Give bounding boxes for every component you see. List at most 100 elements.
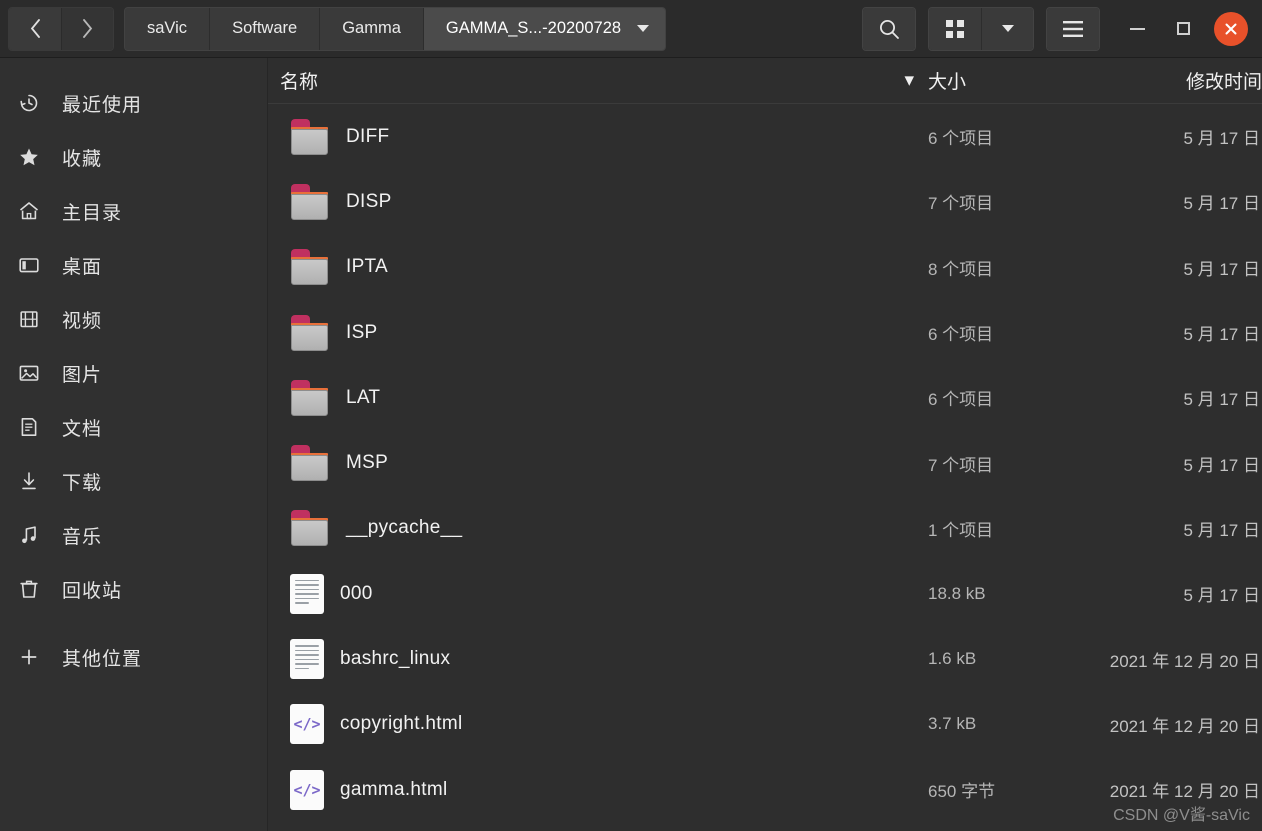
view-options-group xyxy=(928,6,1034,51)
file-size-cell: 650 字节 xyxy=(928,782,996,802)
table-row[interactable]: DIFF 6 个项目 5 月 17 日 xyxy=(268,104,1262,169)
file-name-cell: LAT xyxy=(268,379,928,416)
file-name-cell: 000 xyxy=(268,573,928,614)
breadcrumb-item-2[interactable]: Gamma xyxy=(320,7,424,50)
file-name-label: gamma.html xyxy=(340,778,448,800)
file-modified-cell: 5 月 17 日 xyxy=(1183,520,1260,540)
file-size-cell: 6 个项目 xyxy=(928,325,994,345)
document-icon xyxy=(18,414,48,440)
sidebar-item-label: 收藏 xyxy=(62,148,103,170)
sidebar-item-label: 音乐 xyxy=(62,526,103,548)
file-modified-cell: 5 月 17 日 xyxy=(1183,455,1260,475)
breadcrumb-item-1[interactable]: Software xyxy=(210,7,321,50)
sidebar-divider-gap xyxy=(0,616,267,630)
sidebar-item-downloads[interactable]: 下载 xyxy=(0,454,267,508)
search-icon xyxy=(880,19,899,39)
table-row[interactable]: MSP 7 个项目 5 月 17 日 xyxy=(268,430,1262,495)
minimize-button[interactable] xyxy=(1114,7,1160,51)
chevron-right-icon xyxy=(83,19,93,38)
file-name-label: DISP xyxy=(346,190,392,212)
table-row[interactable]: IPTA 8 个项目 5 月 17 日 xyxy=(268,235,1262,300)
breadcrumb: saVic Software Gamma GAMMA_S...-20200728 xyxy=(124,6,667,51)
file-size-cell: 18.8 kB xyxy=(928,583,986,603)
sidebar-item-documents[interactable]: 文档 xyxy=(0,400,267,454)
sidebar-item-recent[interactable]: 最近使用 xyxy=(0,76,267,130)
sidebar-item-pictures[interactable]: 图片 xyxy=(0,346,267,400)
back-button[interactable] xyxy=(9,7,61,50)
chevron-left-icon xyxy=(30,19,40,38)
music-icon xyxy=(18,522,48,548)
window-body: 最近使用 收藏 主目录 桌面 视频 图片 文档 下载 音乐 回收站 其他位置 名… xyxy=(0,58,1262,831)
hamburger-menu-icon xyxy=(1063,20,1083,37)
folder-icon xyxy=(290,445,330,482)
file-name-label: DIFF xyxy=(346,125,390,147)
file-name-cell: IPTA xyxy=(268,249,928,286)
breadcrumb-item-current[interactable]: GAMMA_S...-20200728 xyxy=(423,7,636,50)
file-modified-cell: 5 月 17 日 xyxy=(1183,129,1260,149)
table-row[interactable]: </> gamma.html 650 字节 2021 年 12 月 20 日 xyxy=(268,757,1262,822)
folder-icon xyxy=(290,314,330,351)
file-name-label: 000 xyxy=(340,582,373,604)
file-size-cell: 1.6 kB xyxy=(928,649,977,669)
sidebar-item-music[interactable]: 音乐 xyxy=(0,508,267,562)
text-file-icon xyxy=(290,573,324,614)
star-icon xyxy=(18,144,48,170)
file-name-cell: __pycache__ xyxy=(268,510,928,547)
table-row[interactable]: __pycache__ 1 个项目 5 月 17 日 xyxy=(268,496,1262,561)
file-name-label: bashrc_linux xyxy=(340,648,451,670)
sidebar-item-label: 其他位置 xyxy=(62,648,143,670)
file-name-label: ISP xyxy=(346,321,378,343)
breadcrumb-item-0[interactable]: saVic xyxy=(125,7,211,50)
close-button[interactable] xyxy=(1214,11,1248,46)
file-name-cell: </> gamma.html xyxy=(268,769,928,810)
text-file-icon xyxy=(290,639,324,680)
sidebar-item-label: 图片 xyxy=(62,364,103,386)
hamburger-menu-button[interactable] xyxy=(1047,7,1099,50)
file-modified-cell: 5 月 17 日 xyxy=(1183,259,1260,279)
clock-icon xyxy=(18,90,48,116)
sidebar-item-desktop[interactable]: 桌面 xyxy=(0,238,267,292)
download-icon xyxy=(18,468,48,494)
file-size-cell: 7 个项目 xyxy=(928,194,994,214)
sidebar: 最近使用 收藏 主目录 桌面 视频 图片 文档 下载 音乐 回收站 其他位置 xyxy=(0,58,268,831)
file-size-cell: 8 个项目 xyxy=(928,259,994,279)
maximize-button[interactable] xyxy=(1160,7,1206,51)
file-name-cell: ISP xyxy=(268,314,928,351)
sidebar-item-starred[interactable]: 收藏 xyxy=(0,130,267,184)
file-size-cell: 6 个项目 xyxy=(928,129,994,149)
sidebar-item-label: 下载 xyxy=(62,472,103,494)
column-headers: 名称 ▾ 大小 修改时间 xyxy=(268,58,1262,104)
column-header-name[interactable]: 名称 ▾ xyxy=(268,67,928,94)
file-modified-cell: 2021 年 12 月 20 日 xyxy=(1109,651,1260,671)
grid-view-icon xyxy=(946,19,964,38)
chevron-down-icon xyxy=(1001,25,1014,32)
search-button[interactable] xyxy=(863,7,915,50)
sidebar-item-videos[interactable]: 视频 xyxy=(0,292,267,346)
trash-icon xyxy=(18,576,48,602)
sidebar-item-label: 文档 xyxy=(62,418,103,440)
table-row[interactable]: ISP 6 个项目 5 月 17 日 xyxy=(268,300,1262,365)
grid-view-button[interactable] xyxy=(929,7,981,50)
table-row[interactable]: DISP 7 个项目 5 月 17 日 xyxy=(268,169,1262,234)
file-name-cell: bashrc_linux xyxy=(268,639,928,680)
sidebar-item-home[interactable]: 主目录 xyxy=(0,184,267,238)
file-size-cell: 7 个项目 xyxy=(928,455,994,475)
forward-button[interactable] xyxy=(61,7,113,50)
view-dropdown-button[interactable] xyxy=(981,7,1033,50)
sidebar-item-other-locations[interactable]: 其他位置 xyxy=(0,630,267,684)
table-row[interactable]: 000 18.8 kB 5 月 17 日 xyxy=(268,561,1262,626)
column-header-modified[interactable]: 修改时间 xyxy=(1088,67,1262,94)
search-button-group xyxy=(862,6,916,51)
minimize-icon xyxy=(1129,27,1145,30)
video-icon xyxy=(18,306,48,332)
file-modified-cell: 5 月 17 日 xyxy=(1183,325,1260,345)
file-name-cell: </> copyright.html xyxy=(268,704,928,745)
sidebar-item-label: 桌面 xyxy=(62,256,103,278)
file-modified-cell: 2021 年 12 月 20 日 xyxy=(1109,716,1260,736)
table-row[interactable]: </> copyright.html 3.7 kB 2021 年 12 月 20… xyxy=(268,692,1262,757)
sidebar-item-trash[interactable]: 回收站 xyxy=(0,562,267,616)
column-header-size[interactable]: 大小 xyxy=(928,67,1088,94)
table-row[interactable]: bashrc_linux 1.6 kB 2021 年 12 月 20 日 xyxy=(268,626,1262,691)
table-row[interactable]: LAT 6 个项目 5 月 17 日 xyxy=(268,365,1262,430)
breadcrumb-dropdown-button[interactable] xyxy=(635,7,666,50)
